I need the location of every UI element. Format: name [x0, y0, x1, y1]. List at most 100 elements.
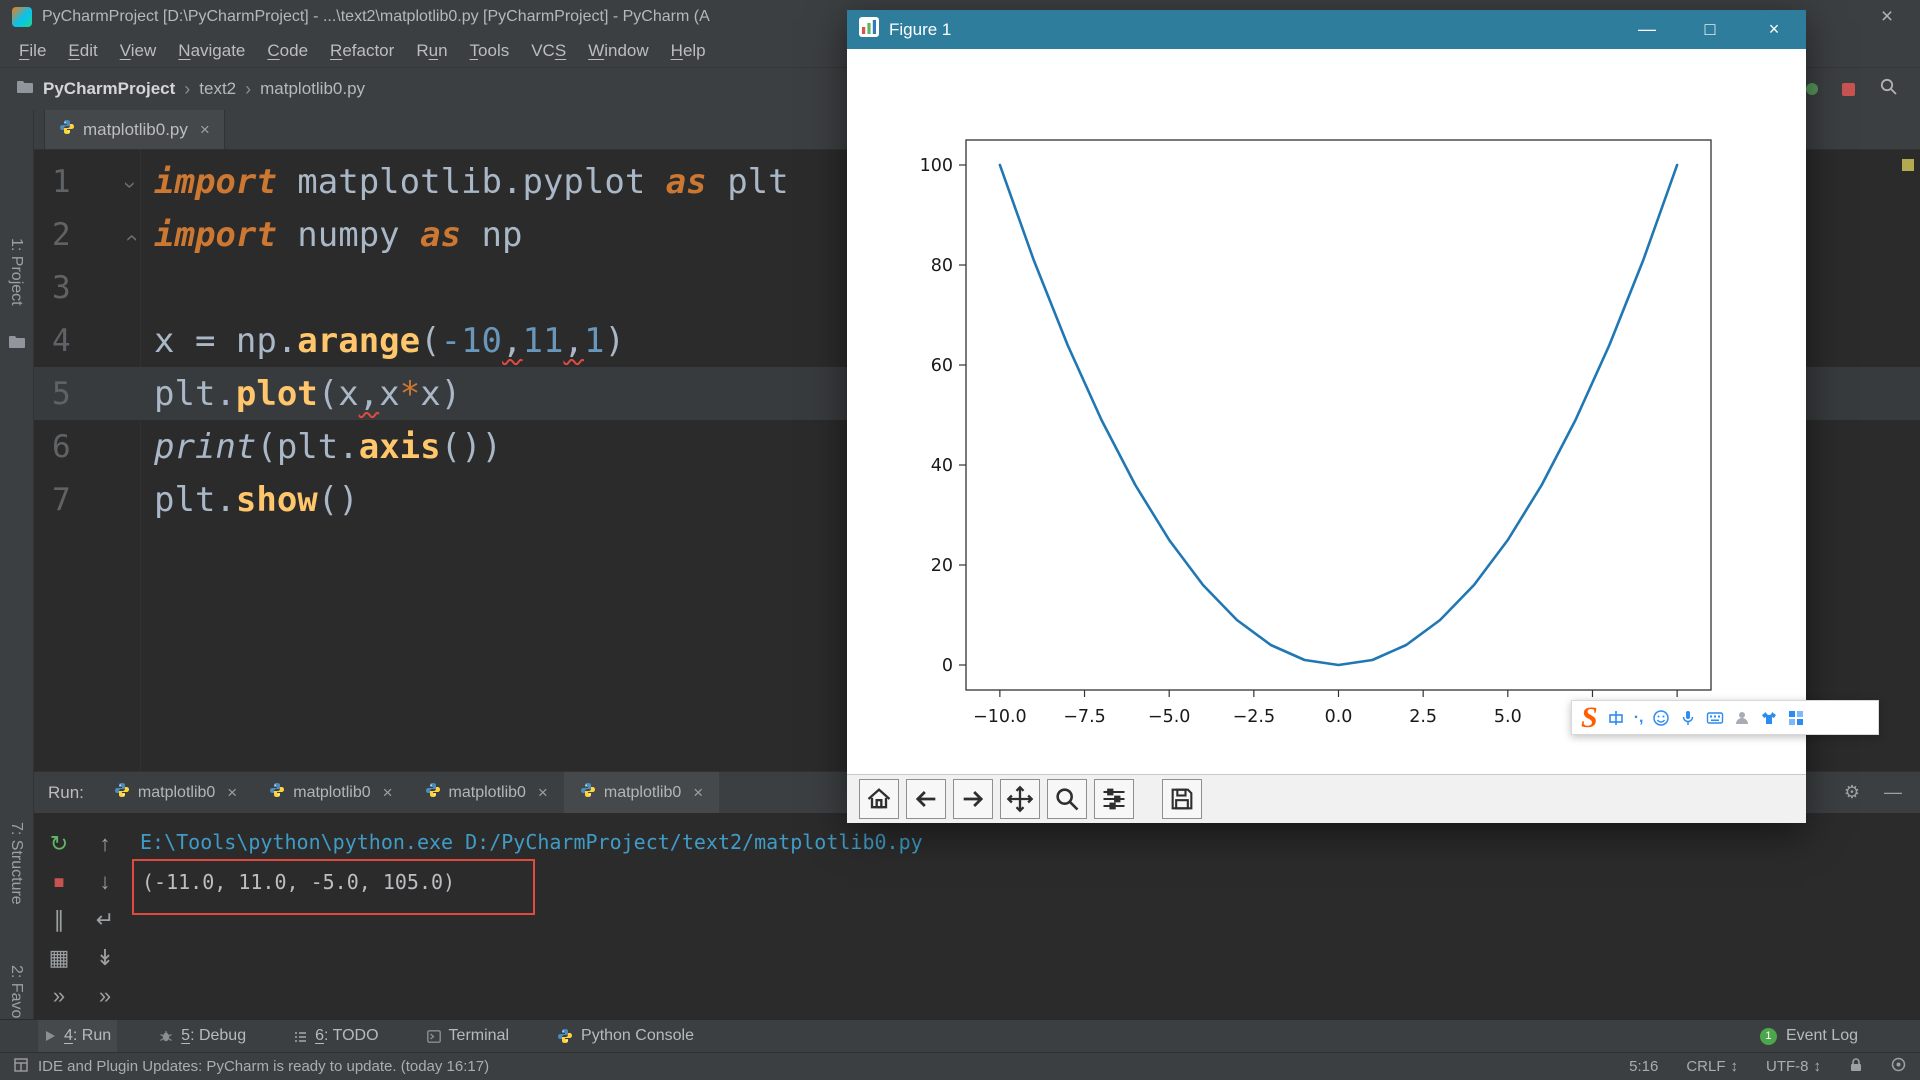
- menu-item-window[interactable]: Window: [577, 41, 659, 61]
- toolwindow-todo-button[interactable]: 6: TODO: [288, 1020, 384, 1053]
- menu-item-view[interactable]: View: [109, 41, 168, 61]
- toolwindow-switcher-icon[interactable]: [14, 1058, 28, 1076]
- pause-output-icon[interactable]: ∥: [54, 909, 65, 931]
- menu-item-navigate[interactable]: Navigate: [167, 41, 256, 61]
- folder-icon: [16, 79, 34, 99]
- skin-icon[interactable]: [1760, 709, 1778, 727]
- profile-icon[interactable]: [1733, 709, 1751, 727]
- left-tool-stripe: 1: Project 7: Structure 2: Favorites ★: [0, 110, 34, 1019]
- close-tab-icon[interactable]: ×: [200, 120, 210, 140]
- encoding-selector[interactable]: UTF-8↕: [1766, 1058, 1821, 1075]
- menu-item-help[interactable]: Help: [660, 41, 717, 61]
- window-close-icon[interactable]: ×: [1866, 5, 1908, 29]
- menu-item-refactor[interactable]: Refactor: [319, 41, 405, 61]
- punctuation-mode-icon[interactable]: ·,: [1634, 709, 1644, 727]
- toolwindow-terminal-button[interactable]: Terminal: [421, 1020, 515, 1053]
- event-log-button[interactable]: 1 Event Log: [1760, 1027, 1858, 1045]
- stop-icon[interactable]: ■: [54, 873, 65, 891]
- virtual-keyboard-icon[interactable]: [1706, 709, 1724, 727]
- chinese-mode-icon[interactable]: [1607, 709, 1625, 727]
- more-options-1-icon[interactable]: »: [53, 985, 65, 1007]
- scroll-to-end-icon[interactable]: ↡: [96, 947, 114, 969]
- status-message[interactable]: IDE and Plugin Updates: PyCharm is ready…: [38, 1058, 489, 1075]
- configure-button[interactable]: [1094, 779, 1134, 819]
- caret-position[interactable]: 5:16: [1629, 1058, 1658, 1075]
- todo-icon: [294, 1030, 307, 1043]
- code-token: as: [666, 162, 707, 202]
- back-button[interactable]: [906, 779, 946, 819]
- run-tab[interactable]: matplotlib0 ×: [409, 772, 564, 813]
- menu-item-vcs[interactable]: VCS: [520, 41, 577, 61]
- minimize-button[interactable]: —: [1638, 19, 1654, 40]
- sogou-input-bar[interactable]: S ·,: [1571, 700, 1879, 735]
- code-token: x: [379, 374, 399, 414]
- run-status-icon[interactable]: [1806, 83, 1818, 95]
- breadcrumb-file[interactable]: matplotlib0.py: [260, 79, 365, 99]
- toolwindow-bar: 4: Run 5: Debug 6: TODO Terminal Python Cons…: [0, 1019, 1920, 1052]
- forward-button[interactable]: [953, 779, 993, 819]
- prev-occurrence-icon[interactable]: ↑: [100, 833, 111, 855]
- code-token: plt: [707, 162, 789, 202]
- more-options-2-icon[interactable]: »: [99, 985, 111, 1007]
- microphone-icon[interactable]: [1679, 709, 1697, 727]
- home-button[interactable]: [859, 779, 899, 819]
- x-tick-label: 2.5: [1409, 707, 1437, 727]
- y-tick-label: 100: [920, 156, 953, 176]
- run-tab[interactable]: matplotlib0 ×: [98, 772, 253, 813]
- next-occurrence-icon[interactable]: ↓: [100, 871, 111, 893]
- toolwindow-python-button[interactable]: Python Console: [551, 1020, 700, 1053]
- sidebar-item-project[interactable]: 1: Project: [7, 238, 25, 306]
- menu-item-edit[interactable]: Edit: [57, 41, 108, 61]
- zoom-button[interactable]: [1047, 779, 1087, 819]
- close-tab-icon[interactable]: ×: [693, 783, 703, 803]
- x-tick-label: 0.0: [1325, 707, 1353, 727]
- close-tab-icon[interactable]: ×: [383, 783, 393, 803]
- search-everywhere-icon[interactable]: [1879, 77, 1898, 101]
- toolwindow-run-button[interactable]: 4: Run: [38, 1020, 117, 1053]
- close-button[interactable]: ×: [1766, 19, 1782, 40]
- run-tab-label: matplotlib0: [138, 784, 215, 802]
- inspection-marker-icon[interactable]: [1902, 159, 1914, 171]
- hide-panel-icon[interactable]: —: [1884, 782, 1902, 803]
- run-tab-label: matplotlib0: [449, 784, 526, 802]
- fold-marker-icon[interactable]: ›: [117, 181, 143, 188]
- maximize-button[interactable]: □: [1702, 19, 1718, 40]
- code-token: -10: [441, 321, 502, 361]
- status-bar: IDE and Plugin Updates: PyCharm is ready…: [0, 1052, 1920, 1080]
- plot-frame: [966, 140, 1711, 690]
- inspection-profile-icon[interactable]: [1891, 1057, 1906, 1076]
- run-tab[interactable]: matplotlib0×: [564, 772, 719, 813]
- soft-wrap-icon[interactable]: ↵: [96, 909, 114, 931]
- pan-button[interactable]: [1000, 779, 1040, 819]
- restore-layout-icon[interactable]: ▦: [49, 947, 70, 969]
- code-token: ,: [502, 321, 522, 361]
- close-tab-icon[interactable]: ×: [538, 783, 548, 803]
- event-log-badge: 1: [1760, 1028, 1777, 1045]
- fold-marker-icon[interactable]: ›: [117, 234, 143, 241]
- menu-item-run[interactable]: Run: [405, 41, 458, 61]
- breadcrumb-project[interactable]: PyCharmProject: [43, 79, 175, 99]
- settings-gear-icon[interactable]: ⚙: [1844, 782, 1860, 803]
- breadcrumb-folder[interactable]: text2: [199, 79, 236, 99]
- save-button[interactable]: [1162, 779, 1202, 819]
- toolwindow-debug-button[interactable]: 5: Debug: [153, 1020, 252, 1053]
- stop-icon[interactable]: [1842, 83, 1855, 96]
- emoji-icon[interactable]: [1652, 709, 1670, 727]
- line-ending-selector[interactable]: CRLF↕: [1686, 1058, 1738, 1075]
- menu-item-tools[interactable]: Tools: [459, 41, 521, 61]
- menu-item-code[interactable]: Code: [256, 41, 319, 61]
- toolbox-icon[interactable]: [1787, 709, 1805, 727]
- rerun-icon[interactable]: ↻: [50, 833, 68, 855]
- readonly-lock-icon[interactable]: [1849, 1057, 1863, 1077]
- sidebar-item-structure[interactable]: 7: Structure: [7, 822, 25, 905]
- menu-item-file[interactable]: File: [8, 41, 57, 61]
- debug-icon: [159, 1030, 173, 1043]
- run-tab[interactable]: matplotlib0×: [253, 772, 408, 813]
- toolwindow-label: 6: TODO: [315, 1027, 378, 1045]
- editor-tab[interactable]: matplotlib0.py ×: [44, 110, 225, 149]
- figure-title-bar[interactable]: Figure 1 — □ ×: [847, 10, 1806, 49]
- code-token: x = np.: [154, 321, 297, 361]
- pycharm-logo-icon: [12, 7, 32, 27]
- figure-canvas[interactable]: −10.0−7.5−5.0−2.50.02.55.07.510.00204060…: [847, 49, 1806, 774]
- close-tab-icon[interactable]: ×: [227, 783, 237, 803]
